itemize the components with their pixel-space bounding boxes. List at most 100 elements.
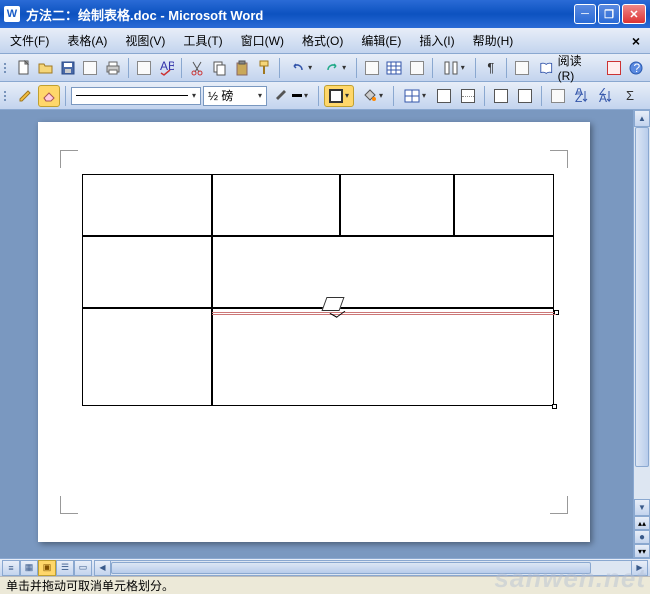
table-resize-handle[interactable] bbox=[552, 404, 557, 409]
research-button[interactable] bbox=[603, 57, 623, 79]
print-button[interactable] bbox=[103, 57, 123, 79]
chinese-layout-button[interactable] bbox=[362, 57, 382, 79]
bottom-bar: ≡ ▦ ▣ ☰ ▭ ◀ ▶ bbox=[0, 558, 650, 576]
research-icon bbox=[607, 61, 621, 75]
paste-button[interactable] bbox=[232, 57, 252, 79]
outline-view-button[interactable]: ☰ bbox=[56, 560, 74, 576]
browse-object-button[interactable]: ● bbox=[634, 530, 650, 544]
split-cells-button[interactable] bbox=[457, 85, 479, 107]
menu-file[interactable]: 文件(F) bbox=[6, 30, 53, 51]
save-icon bbox=[60, 60, 76, 76]
insert-table-button[interactable] bbox=[384, 57, 404, 79]
distribute-rows-button[interactable] bbox=[514, 85, 536, 107]
vertical-scrollbar[interactable]: ▲ ▼ ▴▴ ● ▾▾ bbox=[633, 110, 650, 558]
menu-table[interactable]: 表格(A) bbox=[63, 30, 111, 51]
format-painter-icon bbox=[256, 60, 272, 76]
undo-button[interactable]: ▾ bbox=[285, 57, 317, 79]
autoformat-button[interactable] bbox=[547, 85, 569, 107]
permission-button[interactable] bbox=[80, 57, 100, 79]
erase-handle[interactable] bbox=[554, 310, 559, 315]
open-button[interactable] bbox=[36, 57, 56, 79]
autosum-button[interactable]: Σ bbox=[619, 85, 641, 107]
close-button[interactable]: ✕ bbox=[622, 4, 646, 24]
standard-toolbar: ABC ▾ ▾ ▾ ¶ 阅读(R) ? bbox=[0, 54, 650, 82]
insert-table-button2[interactable]: ▾ bbox=[399, 85, 431, 107]
toolbar-separator bbox=[356, 58, 357, 78]
help-button[interactable]: ? bbox=[626, 57, 646, 79]
line-weight-dropdown[interactable]: ½ 磅▾ bbox=[203, 86, 267, 106]
toolbar-grip[interactable] bbox=[4, 57, 9, 79]
next-page-button[interactable]: ▾▾ bbox=[634, 544, 650, 558]
prev-page-button[interactable]: ▴▴ bbox=[634, 516, 650, 530]
document-area[interactable] bbox=[0, 110, 633, 558]
toolbar-separator bbox=[475, 58, 476, 78]
erase-selection-line bbox=[212, 312, 556, 315]
menu-tools[interactable]: 工具(T) bbox=[179, 30, 226, 51]
normal-view-button[interactable]: ≡ bbox=[2, 560, 20, 576]
border-color-button[interactable]: ▾ bbox=[269, 85, 313, 107]
bucket-icon bbox=[361, 88, 377, 104]
drawn-table[interactable] bbox=[82, 174, 554, 406]
columns-button[interactable]: ▾ bbox=[438, 57, 470, 79]
web-view-button[interactable]: ▦ bbox=[20, 560, 38, 576]
reading-view-button[interactable]: ▭ bbox=[74, 560, 92, 576]
menu-edit[interactable]: 编辑(E) bbox=[357, 30, 405, 51]
svg-text:ABC: ABC bbox=[160, 60, 174, 73]
menu-help[interactable]: 帮助(H) bbox=[469, 30, 518, 51]
toolbar-separator bbox=[65, 86, 66, 106]
scroll-thumb[interactable] bbox=[111, 562, 591, 574]
format-painter-button[interactable] bbox=[254, 57, 274, 79]
print-preview-button[interactable] bbox=[134, 57, 154, 79]
spelling-button[interactable]: ABC bbox=[156, 57, 176, 79]
margin-corner-br bbox=[550, 496, 568, 514]
menu-bar: 文件(F) 表格(A) 视图(V) 工具(T) 窗口(W) 格式(O) 编辑(E… bbox=[0, 28, 650, 54]
horizontal-scrollbar[interactable]: ◀ ▶ bbox=[94, 560, 648, 576]
new-document-button[interactable] bbox=[13, 57, 33, 79]
menu-view[interactable]: 视图(V) bbox=[121, 30, 169, 51]
sort-asc-button[interactable]: AZ bbox=[571, 85, 593, 107]
table-hline bbox=[83, 235, 553, 237]
window-controls: ─ ❐ ✕ bbox=[574, 4, 646, 24]
svg-text:Z: Z bbox=[575, 91, 582, 104]
pen-color-icon bbox=[274, 88, 290, 104]
scroll-left-button[interactable]: ◀ bbox=[94, 560, 111, 576]
toolbar-separator bbox=[279, 58, 280, 78]
draw-table-button[interactable] bbox=[14, 85, 36, 107]
minimize-button[interactable]: ─ bbox=[574, 4, 596, 24]
maximize-button[interactable]: ❐ bbox=[598, 4, 620, 24]
scroll-thumb[interactable] bbox=[635, 127, 649, 467]
toolbar-grip[interactable] bbox=[4, 85, 10, 107]
scroll-up-button[interactable]: ▲ bbox=[634, 110, 650, 127]
spelling-icon: ABC bbox=[158, 60, 174, 76]
drawing-button[interactable] bbox=[512, 57, 532, 79]
scroll-down-button[interactable]: ▼ bbox=[634, 499, 650, 516]
menu-insert[interactable]: 插入(I) bbox=[415, 30, 458, 51]
eraser-button[interactable] bbox=[38, 85, 60, 107]
show-formatting-button[interactable]: ¶ bbox=[481, 57, 501, 79]
close-document-button[interactable]: × bbox=[628, 33, 644, 49]
reading-layout-button[interactable]: 阅读(R) bbox=[534, 57, 601, 79]
document-map-button[interactable] bbox=[407, 57, 427, 79]
copy-button[interactable] bbox=[209, 57, 229, 79]
eraser-cursor bbox=[321, 297, 344, 311]
status-text: 单击并拖动可取消单元格划分。 bbox=[6, 577, 174, 594]
word-app-icon: W bbox=[4, 6, 20, 22]
redo-button[interactable]: ▾ bbox=[319, 57, 351, 79]
outside-border-button[interactable]: ▾ bbox=[324, 85, 354, 107]
print-icon bbox=[105, 60, 121, 76]
shading-color-button[interactable]: ▾ bbox=[356, 85, 388, 107]
cut-button[interactable] bbox=[187, 57, 207, 79]
merge-cells-button[interactable] bbox=[433, 85, 455, 107]
menu-window[interactable]: 窗口(W) bbox=[237, 30, 288, 51]
save-button[interactable] bbox=[58, 57, 78, 79]
scroll-track[interactable] bbox=[111, 560, 631, 576]
print-layout-view-button[interactable]: ▣ bbox=[38, 560, 56, 576]
scroll-track[interactable] bbox=[634, 127, 650, 499]
scroll-right-button[interactable]: ▶ bbox=[631, 560, 648, 576]
toolbar-separator bbox=[484, 86, 485, 106]
sort-desc-button[interactable]: ZA bbox=[595, 85, 617, 107]
menu-format[interactable]: 格式(O) bbox=[298, 30, 347, 51]
align-button[interactable] bbox=[490, 85, 512, 107]
line-preview bbox=[76, 95, 188, 96]
line-style-dropdown[interactable]: ▾ bbox=[71, 87, 201, 105]
